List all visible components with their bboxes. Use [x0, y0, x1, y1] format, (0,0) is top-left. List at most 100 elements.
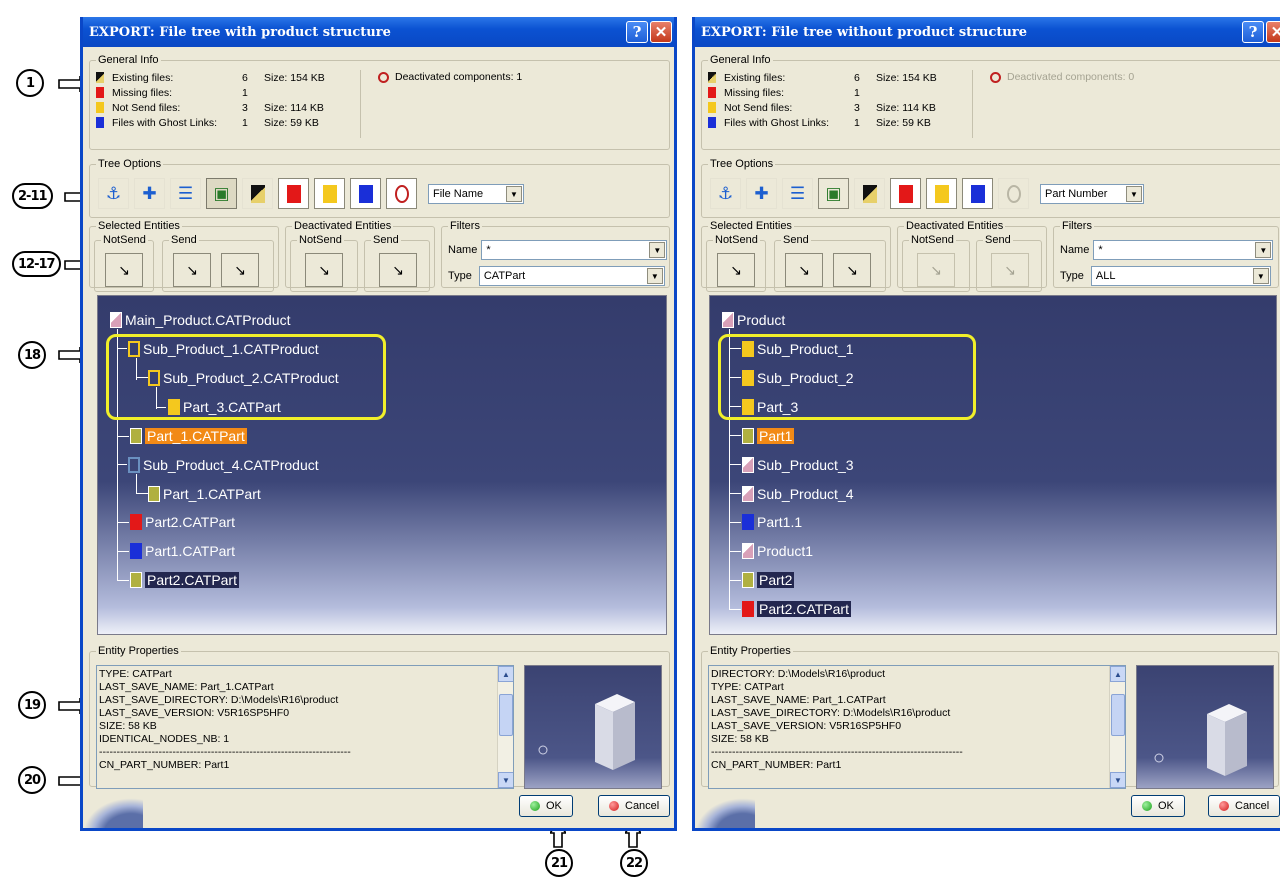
set-notsend-button[interactable]: ↘: [717, 253, 755, 287]
type-filter-combo[interactable]: ALL ▼: [1090, 266, 1271, 286]
missing-files-filter-icon[interactable]: [890, 178, 921, 209]
missing-files-icon: [96, 87, 104, 98]
tree-option-select[interactable]: Part Number ▼: [1040, 184, 1144, 204]
ghost-links-filter-icon[interactable]: [962, 178, 993, 209]
missing-part-icon: [742, 601, 754, 617]
cancel-button[interactable]: Cancel: [598, 795, 671, 817]
collapse-tree-icon[interactable]: ☰: [782, 178, 813, 209]
type-filter-value: CATPart: [483, 270, 526, 282]
existing-files-filter-icon[interactable]: [854, 178, 885, 209]
ok-button[interactable]: OK: [519, 795, 573, 817]
tree-node-main-product[interactable]: Main_Product.CATProduct: [110, 310, 290, 330]
notsend-subgroup: NotSend ↘: [706, 234, 766, 292]
tree-node-label: Part1: [757, 428, 795, 444]
send-label: Send: [983, 234, 1013, 246]
prop-line: LAST_SAVE_NAME: Part_1.CATPart: [99, 681, 274, 693]
chevron-down-icon[interactable]: ▼: [649, 242, 666, 258]
tree-node-part1-selected[interactable]: Part1: [742, 426, 795, 446]
expand-tree-icon[interactable]: ✚: [134, 178, 165, 209]
send-label: Send: [371, 234, 401, 246]
scroll-up-icon[interactable]: ▲: [1110, 666, 1125, 682]
deact-send-button[interactable]: ↘: [991, 253, 1029, 287]
tree-node-part-1-selected[interactable]: Part_1.CATPart: [130, 426, 247, 446]
prop-line: ----------------------------------------…: [99, 746, 351, 758]
tree-node-product1[interactable]: Product1: [742, 541, 813, 561]
entity-properties-text[interactable]: TYPE: CATPart LAST_SAVE_NAME: Part_1.CAT…: [96, 665, 514, 789]
deactivated-filter-icon[interactable]: [386, 178, 417, 209]
send-button[interactable]: ↘: [173, 253, 211, 287]
tree-node-label: Part1.CATPart: [145, 543, 235, 559]
chevron-down-icon[interactable]: ▼: [1126, 186, 1142, 202]
set-notsend-button[interactable]: ↘: [105, 253, 143, 287]
tree-node-part2[interactable]: Part2.CATPart: [130, 570, 239, 590]
existing-files-filter-icon[interactable]: [242, 178, 273, 209]
deactivated-entities-label: Deactivated Entities: [294, 220, 392, 232]
scroll-thumb[interactable]: [1111, 694, 1125, 736]
product-structure-icon[interactable]: ▣: [818, 178, 849, 209]
name-filter-value: *: [1098, 244, 1103, 256]
ghost-links-filter-icon[interactable]: [350, 178, 381, 209]
scroll-down-icon[interactable]: ▼: [498, 772, 513, 788]
type-filter-combo[interactable]: CATPart ▼: [478, 266, 665, 286]
tree-node-part-1-child[interactable]: Part_1.CATPart: [148, 484, 261, 504]
ok-icon: [1142, 801, 1152, 811]
send-subgroup: Send ↘ ↘: [162, 234, 274, 292]
vertical-scrollbar[interactable]: ▲ ▼: [497, 666, 513, 788]
help-button[interactable]: ?: [626, 21, 648, 43]
window-title: EXPORT: File tree without product struct…: [701, 24, 1027, 40]
chevron-down-icon[interactable]: ▼: [506, 186, 522, 202]
info-count: 6: [242, 71, 248, 84]
chevron-down-icon[interactable]: ▼: [646, 268, 663, 284]
file-tree[interactable]: Main_Product.CATProduct Sub_Product_1.CA…: [97, 295, 667, 635]
tree-node-product[interactable]: Product: [722, 310, 785, 330]
export-dialog-without-structure: EXPORT: File tree without product struct…: [692, 17, 1280, 831]
tree-node-part1-1[interactable]: Part1.1: [742, 512, 802, 532]
notsend-files-filter-icon[interactable]: [314, 178, 345, 209]
tree-node-part2[interactable]: Part2: [742, 570, 795, 590]
name-filter-combo[interactable]: * ▼: [1093, 240, 1274, 260]
deact-send-button[interactable]: ↘: [379, 253, 417, 287]
notsend-files-filter-icon[interactable]: [926, 178, 957, 209]
tree-node-part2-catpart[interactable]: Part2.CATPart: [742, 599, 851, 619]
part-icon: [742, 572, 754, 588]
scroll-down-icon[interactable]: ▼: [1110, 772, 1125, 788]
callout-18: 18: [18, 341, 46, 369]
missing-files-filter-icon[interactable]: [278, 178, 309, 209]
tree-node-part1-ghost[interactable]: Part1.CATPart: [130, 541, 235, 561]
info-row-missing: Missing files: 1: [96, 85, 344, 100]
callout-12-17: 12-17: [12, 251, 61, 277]
cancel-button[interactable]: Cancel: [1208, 795, 1280, 817]
help-button[interactable]: ?: [1242, 21, 1264, 43]
send-with-children-button[interactable]: ↘: [221, 253, 259, 287]
type-filter-value: ALL: [1095, 270, 1116, 282]
tree-option-select[interactable]: File Name ▼: [428, 184, 524, 204]
send-subgroup: Send ↘ ↘: [774, 234, 886, 292]
tree-node-part2-missing[interactable]: Part2.CATPart: [130, 512, 235, 532]
ok-button[interactable]: OK: [1131, 795, 1185, 817]
vertical-scrollbar[interactable]: ▲ ▼: [1109, 666, 1125, 788]
close-button[interactable]: ✕: [1266, 21, 1280, 43]
scroll-thumb[interactable]: [499, 694, 513, 736]
send-button[interactable]: ↘: [785, 253, 823, 287]
anchor-icon[interactable]: ⚓: [98, 178, 129, 209]
tree-node-sub-product-4[interactable]: Sub_Product_4.CATProduct: [128, 455, 319, 475]
part-icon: [130, 572, 142, 588]
deactivated-filter-icon[interactable]: [998, 178, 1029, 209]
file-tree[interactable]: Product Sub_Product_1 Sub_Product_2 Part…: [709, 295, 1277, 635]
close-button[interactable]: ✕: [650, 21, 672, 43]
scroll-up-icon[interactable]: ▲: [498, 666, 513, 682]
missing-part-icon: [130, 514, 142, 530]
chevron-down-icon[interactable]: ▼: [1252, 268, 1269, 284]
tree-node-sub-product-4[interactable]: Sub_Product_4: [742, 484, 854, 504]
deact-notsend-button[interactable]: ↘: [917, 253, 955, 287]
anchor-icon[interactable]: ⚓: [710, 178, 741, 209]
chevron-down-icon[interactable]: ▼: [1255, 242, 1272, 258]
collapse-tree-icon[interactable]: ☰: [170, 178, 201, 209]
entity-properties-text[interactable]: DIRECTORY: D:\Models\R16\product TYPE: C…: [708, 665, 1126, 789]
deact-notsend-button[interactable]: ↘: [305, 253, 343, 287]
product-structure-icon[interactable]: ▣: [206, 178, 237, 209]
tree-node-sub-product-3[interactable]: Sub_Product_3: [742, 455, 854, 475]
expand-tree-icon[interactable]: ✚: [746, 178, 777, 209]
send-with-children-button[interactable]: ↘: [833, 253, 871, 287]
name-filter-combo[interactable]: * ▼: [481, 240, 668, 260]
